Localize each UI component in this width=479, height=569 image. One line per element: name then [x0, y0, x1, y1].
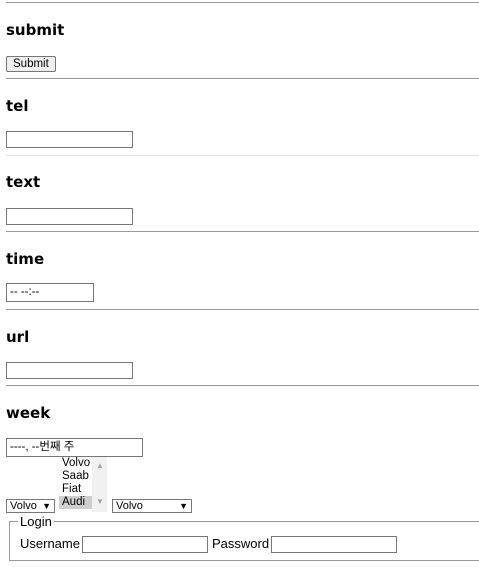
- section-heading-submit: submit: [6, 21, 65, 39]
- section-heading-time: time: [6, 250, 45, 268]
- divider: [6, 231, 479, 232]
- car-select-2[interactable]: Volvo ▼: [112, 499, 192, 513]
- listbox-option[interactable]: Saab: [59, 470, 92, 483]
- text-input[interactable]: [6, 208, 133, 225]
- username-input[interactable]: [82, 536, 208, 553]
- section-heading-week: week: [6, 404, 51, 422]
- section-heading-text: text: [6, 173, 41, 191]
- divider: [6, 78, 479, 79]
- section-heading-tel: tel: [6, 97, 29, 115]
- car-listbox[interactable]: Volvo Saab Fiat Audi ▲ ▼: [59, 457, 107, 512]
- chevron-down-icon: ▼: [42, 501, 51, 511]
- login-legend: Login: [18, 514, 54, 529]
- url-input[interactable]: [6, 362, 133, 379]
- scroll-up-icon[interactable]: ▲: [96, 462, 104, 470]
- submit-button[interactable]: Submit: [6, 56, 56, 72]
- listbox-option[interactable]: Fiat: [59, 483, 92, 496]
- select-value: Volvo: [10, 500, 37, 512]
- listbox-scrollbar[interactable]: ▲ ▼: [92, 457, 107, 512]
- divider: [6, 155, 479, 156]
- car-select-1[interactable]: Volvo ▼: [6, 499, 55, 513]
- divider: [6, 385, 479, 386]
- tel-input[interactable]: [6, 131, 133, 148]
- password-label: Password: [212, 536, 270, 551]
- divider: [6, 2, 479, 3]
- listbox-option-selected[interactable]: Audi: [59, 496, 92, 509]
- week-input[interactable]: ----, --번째 주: [6, 438, 143, 457]
- time-input[interactable]: -- --:--: [6, 283, 94, 302]
- chevron-down-icon: ▼: [179, 501, 188, 511]
- section-heading-url: url: [6, 328, 30, 346]
- scroll-down-icon[interactable]: ▼: [96, 498, 104, 506]
- username-label: Username: [20, 536, 80, 551]
- select-value: Volvo: [116, 500, 143, 512]
- password-input[interactable]: [271, 536, 397, 553]
- listbox-option[interactable]: Volvo: [59, 457, 92, 470]
- divider: [6, 309, 479, 310]
